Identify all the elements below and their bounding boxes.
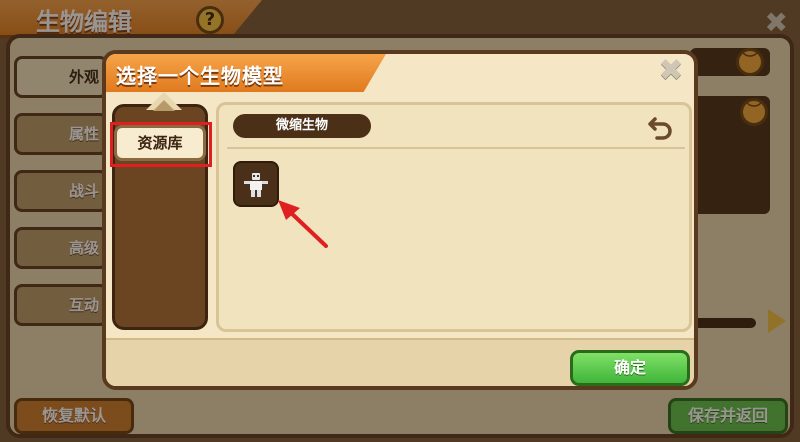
dialog-close-icon[interactable]: ✖ <box>656 56 686 86</box>
red-pointer-arrow-icon <box>278 200 328 248</box>
dialog-title-ribbon: 选择一个生物模型 <box>106 54 386 92</box>
back-arrow-icon[interactable] <box>647 113 675 141</box>
confirm-button[interactable]: 确定 <box>570 350 690 386</box>
library-highlight-box <box>110 122 212 167</box>
scroll-up-icon-inner <box>153 100 175 111</box>
select-creature-dialog: 选择一个生物模型 ✖ 资源库 微缩生物 确定 <box>102 50 698 390</box>
category-label: 微缩生物 <box>233 114 371 138</box>
dialog-title: 选择一个生物模型 <box>116 64 284 88</box>
divider <box>227 147 685 149</box>
game-screen: 生物编辑 ? ✖ 外观 属性 战斗 高级 互动 ︶ ︶ 恢复默认 保存并返回 选… <box>0 0 800 442</box>
